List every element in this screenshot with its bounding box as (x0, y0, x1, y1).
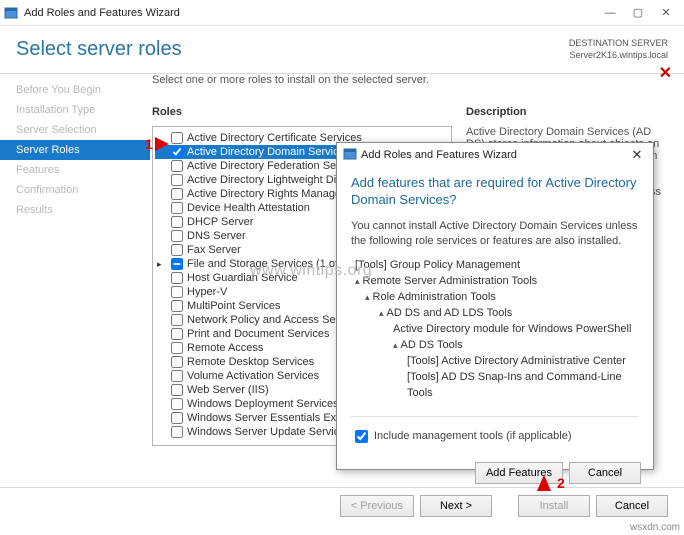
include-tools-label: Include management tools (if applicable) (374, 430, 572, 442)
dialog-titlebar: Add Roles and Features Wizard ✕ (337, 143, 653, 167)
annotation-1-number: 1 (145, 136, 153, 152)
role-label: Active Directory Domain Services (187, 146, 350, 158)
role-checkbox[interactable] (171, 342, 183, 354)
role-checkbox[interactable] (171, 132, 183, 144)
role-checkbox[interactable] (171, 216, 183, 228)
instruction-text: Select one or more roles to install on t… (152, 74, 672, 86)
app-icon (343, 147, 357, 164)
app-icon (4, 6, 18, 20)
install-button[interactable]: Install (518, 495, 590, 517)
role-label: Remote Desktop Services (187, 356, 314, 368)
nav-item-results[interactable]: Results (0, 200, 150, 220)
role-label: Volume Activation Services (187, 370, 319, 382)
role-checkbox[interactable] (171, 174, 183, 186)
role-checkbox[interactable] (171, 188, 183, 200)
expand-icon[interactable]: ▸ (157, 259, 162, 270)
arrow-up-icon (537, 475, 551, 491)
nav-item-installation-type[interactable]: Installation Type (0, 100, 150, 120)
dialog-cancel-button[interactable]: Cancel (569, 462, 641, 484)
role-label: Windows Deployment Services (187, 398, 339, 410)
close-button[interactable]: ✕ (652, 2, 680, 24)
tree-node: [Tools] Active Directory Administrative … (407, 354, 639, 370)
tree-node: [Tools] Group Policy Management (355, 258, 639, 274)
annotation-2-number: 2 (557, 475, 565, 491)
role-label: DNS Server (187, 230, 246, 242)
nav-item-server-selection[interactable]: Server Selection (0, 120, 150, 140)
role-label: Windows Server Update Services (187, 426, 351, 438)
role-checkbox[interactable] (171, 202, 183, 214)
role-checkbox[interactable] (171, 314, 183, 326)
nav-item-server-roles[interactable]: Server Roles (0, 140, 150, 160)
tree-node: [Tools] AD DS Snap-Ins and Command-Line … (407, 370, 639, 402)
page-title: Select server roles (16, 38, 569, 61)
role-label: Web Server (IIS) (187, 384, 269, 396)
tree-node: AD DS Tools (393, 338, 639, 354)
role-checkbox[interactable] (171, 160, 183, 172)
wizard-footer: < Previous Next > Install Cancel (0, 487, 684, 523)
role-checkbox[interactable] (171, 412, 183, 424)
add-features-dialog: Add Roles and Features Wizard ✕ Add feat… (336, 142, 654, 470)
minimize-button[interactable]: — (596, 2, 624, 24)
destination-server: DESTINATION SERVER Server2K16.wintips.lo… (569, 38, 668, 61)
role-label: Host Guardian Service (187, 272, 298, 284)
role-label: DHCP Server (187, 216, 253, 228)
dialog-heading: Add features that are required for Activ… (351, 175, 639, 209)
role-checkbox[interactable] (171, 286, 183, 298)
wizard-nav: Before You BeginInstallation TypeServer … (0, 74, 150, 487)
role-checkbox[interactable] (171, 328, 183, 340)
previous-button[interactable]: < Previous (340, 495, 414, 517)
role-label: MultiPoint Services (187, 300, 281, 312)
role-checkbox[interactable] (171, 244, 183, 256)
annotation-1: 1 (145, 136, 169, 152)
arrow-right-icon (155, 137, 169, 151)
feature-tree: [Tools] Group Policy ManagementRemote Se… (351, 258, 639, 401)
dialog-title: Add Roles and Features Wizard (361, 149, 627, 161)
maximize-button[interactable]: ▢ (624, 2, 652, 24)
destination-value: Server2K16.wintips.local (569, 50, 668, 62)
window-title: Add Roles and Features Wizard (24, 7, 596, 19)
include-tools-checkbox[interactable] (355, 430, 368, 443)
role-checkbox[interactable] (171, 370, 183, 382)
tree-node: Role Administration Tools (365, 290, 639, 306)
tree-node: Remote Server Administration Tools (355, 274, 639, 290)
role-checkbox[interactable] (171, 426, 183, 438)
dialog-text: You cannot install Active Directory Doma… (351, 219, 639, 249)
window-buttons: — ▢ ✕ (596, 2, 680, 24)
role-checkbox[interactable] (171, 272, 183, 284)
window-titlebar: Add Roles and Features Wizard — ▢ ✕ (0, 0, 684, 26)
next-button[interactable]: Next > (420, 495, 492, 517)
tree-node: AD DS and AD LDS Tools (379, 306, 639, 322)
role-label: Fax Server (187, 244, 241, 256)
cancel-button[interactable]: Cancel (596, 495, 668, 517)
role-checkbox[interactable] (171, 398, 183, 410)
role-checkbox[interactable] (171, 356, 183, 368)
dialog-footer: Add Features Cancel (337, 454, 653, 492)
destination-label: DESTINATION SERVER (569, 38, 668, 50)
role-checkbox[interactable] (171, 230, 183, 242)
tree-node: Active Directory module for Windows Powe… (393, 322, 639, 338)
dialog-close-button[interactable]: ✕ (627, 147, 647, 163)
annotation-2: 2 (537, 475, 565, 491)
role-checkbox[interactable] (171, 384, 183, 396)
wizard-header: Select server roles DESTINATION SERVER S… (0, 26, 684, 74)
description-heading: Description (466, 106, 672, 118)
role-checkbox[interactable] (171, 146, 183, 158)
role-label: Remote Access (187, 342, 263, 354)
brand-text: wsxdn.com (630, 522, 680, 533)
role-checkbox[interactable] (171, 258, 183, 270)
nav-item-confirmation[interactable]: Confirmation (0, 180, 150, 200)
role-checkbox[interactable] (171, 300, 183, 312)
role-label: Device Health Attestation (187, 202, 310, 214)
role-label: Print and Document Services (187, 328, 329, 340)
role-label: Hyper-V (187, 286, 227, 298)
dialog-body: Add features that are required for Activ… (337, 167, 653, 454)
nav-item-before-you-begin[interactable]: Before You Begin (0, 80, 150, 100)
nav-item-features[interactable]: Features (0, 160, 150, 180)
roles-heading: Roles (152, 106, 452, 118)
include-tools-option[interactable]: Include management tools (if applicable) (351, 416, 639, 446)
